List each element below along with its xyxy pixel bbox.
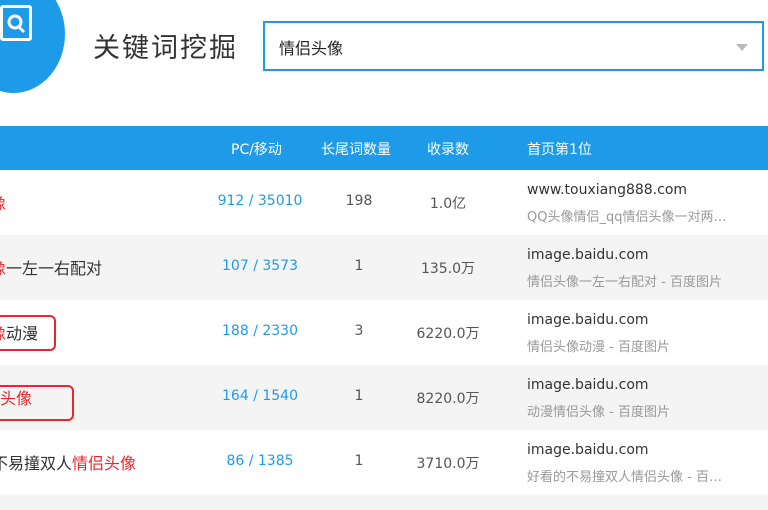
longtail-count: 3 (354, 323, 364, 339)
chevron-down-icon[interactable] (736, 44, 748, 51)
top-domain[interactable]: image.baidu.com (527, 312, 649, 328)
table-row[interactable]: 像一左一右配对 107 / 3573 1 135.0万 image.baidu.… (0, 235, 768, 300)
search-icon (0, 5, 32, 41)
longtail-count: 1 (354, 453, 364, 469)
highlight-box (0, 385, 74, 421)
top-description: 动漫情侣头像 - 百度图片 (527, 405, 670, 420)
top-domain[interactable]: image.baidu.com (527, 442, 649, 458)
table-row (0, 495, 768, 510)
keyword[interactable]: 像 (0, 190, 6, 214)
top-description: 情侣头像动漫 - 百度图片 (527, 340, 670, 355)
longtail-count: 1 (354, 258, 364, 274)
top-domain[interactable]: image.baidu.com (527, 377, 649, 393)
table-header: PC/移动 长尾词数量 收录数 首页第1位 (0, 126, 768, 170)
included-count: 3710.0万 (416, 456, 480, 472)
search-input[interactable] (279, 35, 719, 59)
top-description: 情侣头像一左一右配对 - 百度图片 (527, 275, 722, 290)
search-box[interactable] (263, 21, 764, 71)
pc-mobile-value[interactable]: 107 / 3573 (205, 258, 315, 274)
table-row[interactable]: 不易撞双人情侣头像 86 / 1385 1 3710.0万 image.baid… (0, 430, 768, 495)
top-domain[interactable]: www.touxiang888.com (527, 182, 687, 198)
table-row[interactable]: 侣头像 164 / 1540 1 8220.0万 image.baidu.com… (0, 365, 768, 430)
table-row[interactable]: 像动漫 188 / 2330 3 6220.0万 image.baidu.com… (0, 300, 768, 365)
pc-mobile-value[interactable]: 912 / 35010 (205, 193, 315, 209)
included-count: 6220.0万 (416, 326, 480, 342)
col-pc-mobile[interactable]: PC/移动 (231, 139, 282, 159)
pc-mobile-value[interactable]: 188 / 2330 (205, 323, 315, 339)
highlight-box (0, 315, 56, 351)
included-count: 135.0万 (420, 261, 476, 277)
table-row[interactable]: 像 912 / 35010 198 1.0亿 www.touxiang888.c… (0, 170, 768, 235)
top-description: QQ头像情侣_qq情侣头像一对两… (527, 210, 727, 225)
longtail-count: 198 (345, 193, 373, 209)
included-count: 8220.0万 (416, 391, 480, 407)
pc-mobile-value[interactable]: 86 / 1385 (205, 453, 315, 469)
page-title: 关键词挖掘 (93, 33, 238, 64)
col-top-result: 首页第1位 (527, 142, 592, 158)
pc-mobile-value[interactable]: 164 / 1540 (205, 388, 315, 404)
col-longtail-count[interactable]: 长尾词数量 (321, 139, 391, 159)
col-included-count[interactable]: 收录数 (427, 139, 469, 159)
keyword[interactable]: 像一左一右配对 (0, 255, 102, 279)
app-logo (0, 0, 65, 93)
top-domain[interactable]: image.baidu.com (527, 247, 649, 263)
top-description: 好看的不易撞双人情侣头像 - 百… (527, 470, 722, 485)
keyword[interactable]: 不易撞双人情侣头像 (0, 450, 136, 474)
longtail-count: 1 (354, 388, 364, 404)
included-count: 1.0亿 (429, 196, 467, 212)
